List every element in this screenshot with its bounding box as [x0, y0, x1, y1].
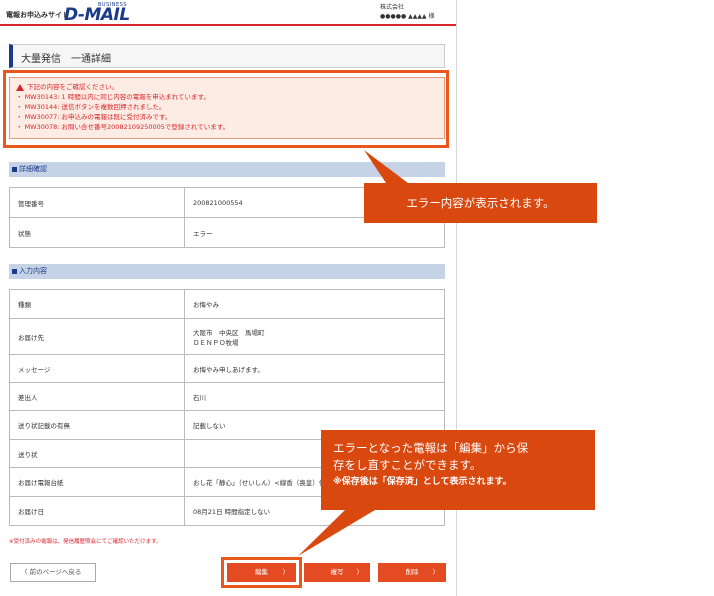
edit-callout-line1: エラーとなった電報は「編集」から保 [333, 441, 529, 455]
edit-callout-line2: 存をし直すことができます。 [333, 458, 482, 472]
edit-callout: エラーとなった電報は「編集」から保 存をし直すことができます。 ※保存後は「保存… [321, 430, 595, 510]
error-callout: エラー内容が表示されます。 [364, 183, 597, 223]
callout2-pointer [298, 510, 375, 556]
callout1-pointer [364, 150, 408, 183]
edit-callout-sub: ※保存後は「保存済」として表示されます。 [333, 477, 512, 487]
